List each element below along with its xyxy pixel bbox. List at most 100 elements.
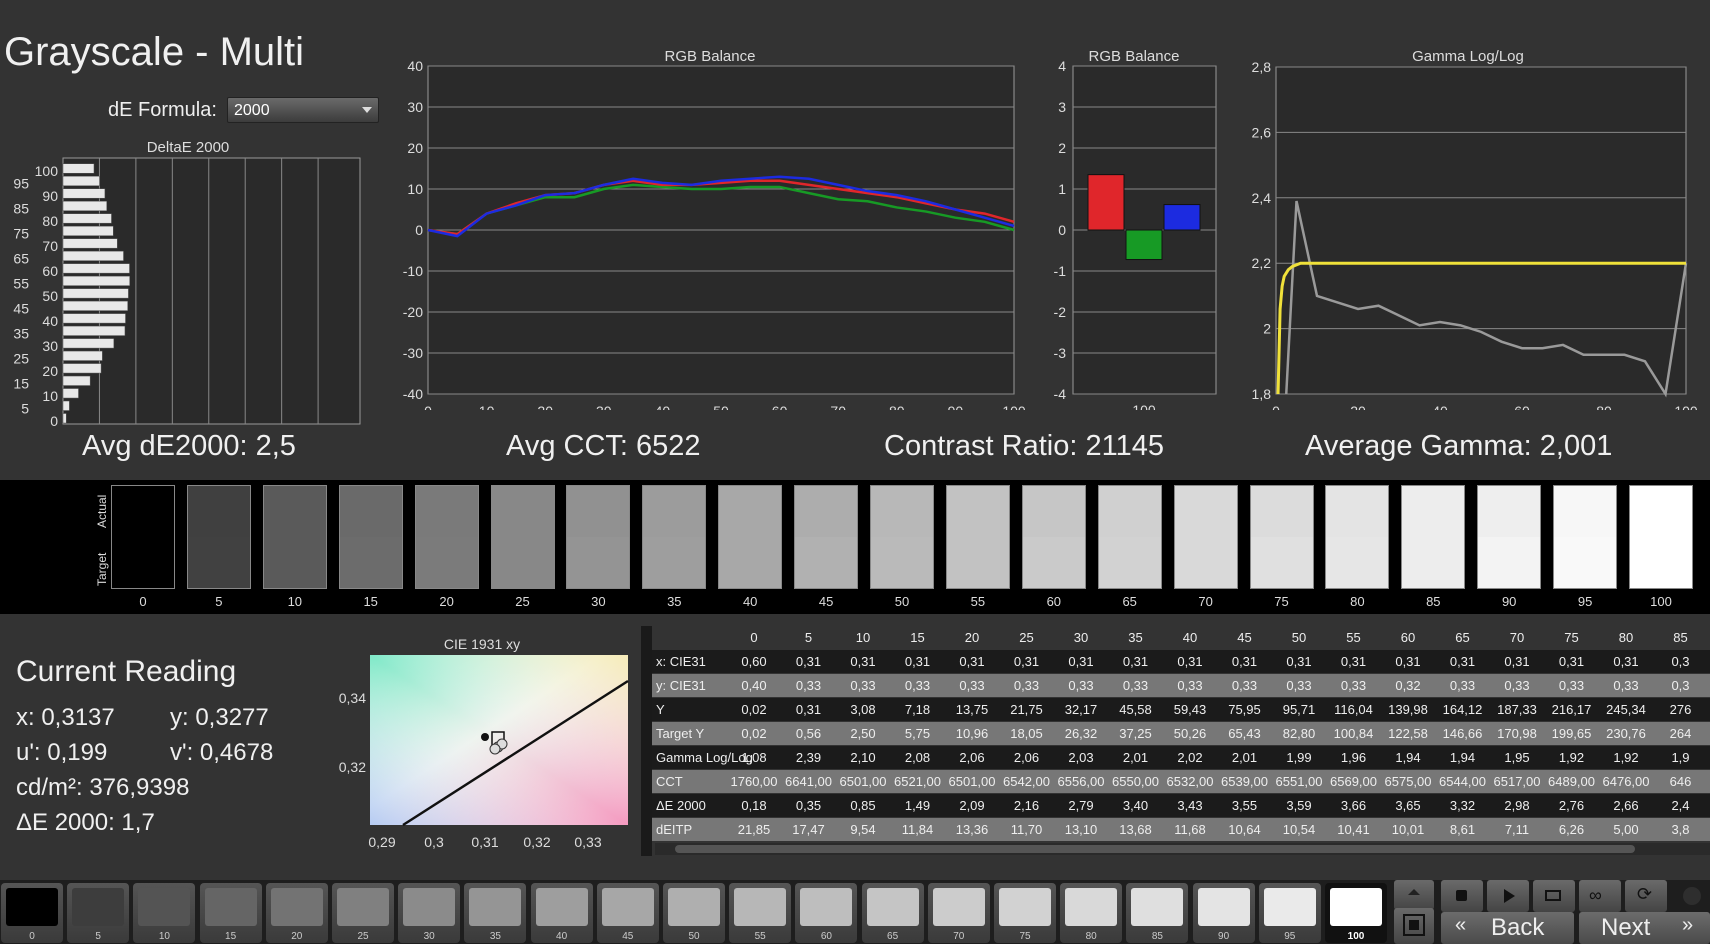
patch-color bbox=[337, 888, 389, 926]
table-cell: 3,8 bbox=[1671, 822, 1690, 837]
up-button[interactable] bbox=[1394, 880, 1434, 910]
grayscale-swatch bbox=[186, 485, 251, 589]
table-cell: 2,98 bbox=[1504, 798, 1530, 813]
rgb-y-tick: 0 bbox=[415, 222, 423, 238]
table-cell: 139,98 bbox=[1388, 702, 1428, 717]
stop-square-button[interactable] bbox=[1394, 908, 1434, 944]
cie-y-tick: 0,32 bbox=[339, 759, 366, 775]
delta-e-bar bbox=[62, 313, 126, 324]
rgb-bar-y-tick: -3 bbox=[1054, 345, 1067, 361]
table-column-header: 15 bbox=[910, 630, 925, 645]
table-cell: 0,33 bbox=[1340, 678, 1367, 693]
table-cell: 0,33 bbox=[1013, 678, 1040, 693]
patch-button-60[interactable]: 60 bbox=[795, 883, 858, 943]
swatch-label: 5 bbox=[215, 594, 223, 609]
table-row-label: y: CIE31 bbox=[656, 678, 706, 693]
gamma-y-tick: 2,4 bbox=[1252, 190, 1272, 206]
patch-button-100[interactable]: 100 bbox=[1325, 883, 1387, 943]
patch-color bbox=[1197, 888, 1250, 926]
table-cell: 50,26 bbox=[1173, 726, 1207, 741]
patch-button-80[interactable]: 80 bbox=[1060, 883, 1123, 943]
patch-button-45[interactable]: 45 bbox=[596, 883, 659, 943]
table-cell: 82,80 bbox=[1282, 726, 1316, 741]
table-cell: 2,50 bbox=[850, 726, 876, 741]
table-cell: 6575,00 bbox=[1384, 774, 1432, 789]
patch-button-70[interactable]: 70 bbox=[927, 883, 990, 943]
back-button[interactable]: « Back bbox=[1441, 912, 1574, 944]
table-cell: 0,33 bbox=[1558, 678, 1585, 693]
table-cell: 0,18 bbox=[741, 798, 767, 813]
rgb-bar-y-tick: 1 bbox=[1058, 181, 1066, 197]
patch-button-65[interactable]: 65 bbox=[861, 883, 924, 943]
table-cell: 0,31 bbox=[1068, 654, 1094, 669]
table-cell: 1,95 bbox=[1504, 750, 1530, 765]
patch-button-40[interactable]: 40 bbox=[530, 883, 593, 943]
table-scrollbar-thumb[interactable] bbox=[675, 845, 1635, 853]
delta-e-y-tick: 0 bbox=[50, 413, 58, 429]
target-label: Target bbox=[95, 552, 109, 586]
stop-button[interactable] bbox=[1441, 880, 1483, 912]
rgb-y-tick: 40 bbox=[407, 58, 423, 74]
table-column-header: 40 bbox=[1182, 630, 1198, 645]
table-cell: 216,17 bbox=[1551, 702, 1592, 717]
grayscale-swatch bbox=[111, 485, 175, 589]
patch-button-55[interactable]: 55 bbox=[729, 883, 792, 943]
table-cell: 0,33 bbox=[904, 678, 931, 693]
table-cell: 0,31 bbox=[1286, 654, 1312, 669]
delta-e-bar bbox=[62, 350, 103, 361]
loop-button[interactable]: ∞ bbox=[1579, 880, 1621, 912]
cie-chart: CIE 1931 xy 0,34 0,32 0,29 0,3 0,31 0,32 0,33 bbox=[339, 636, 629, 850]
table-cell: 0,31 bbox=[1177, 654, 1203, 669]
cie-y-tick: 0,34 bbox=[339, 690, 366, 706]
table-cell: 2,09 bbox=[959, 798, 985, 813]
table-column-header: 85 bbox=[1673, 630, 1688, 645]
table-cell: 13,75 bbox=[955, 702, 989, 717]
swatch-label: 85 bbox=[1426, 594, 1441, 609]
play-button[interactable] bbox=[1487, 880, 1529, 912]
next-button[interactable]: Next » bbox=[1579, 912, 1710, 944]
table-column-header: 80 bbox=[1618, 630, 1634, 645]
rgb-bar-y-tick: -2 bbox=[1054, 304, 1067, 320]
table-row: Gamma Log/Log 1,08 2,39 2,10 2,08 2,06 2,06 2,0… bbox=[652, 746, 1710, 769]
patch-button-5[interactable]: 5 bbox=[67, 883, 130, 943]
formula-select[interactable]: 2000 bbox=[227, 97, 379, 123]
patch-button-85[interactable]: 85 bbox=[1126, 883, 1189, 943]
formula-label: dE Formula: bbox=[108, 99, 217, 121]
swatch-label: 10 bbox=[287, 594, 303, 609]
rgb-bar-y-tick: 3 bbox=[1058, 99, 1066, 115]
patch-button-75[interactable]: 75 bbox=[994, 883, 1056, 943]
delta-e-bar bbox=[62, 250, 124, 261]
patch-button-25[interactable]: 25 bbox=[332, 883, 394, 943]
grayscale-swatch bbox=[718, 485, 783, 589]
table-column-header: 75 bbox=[1564, 630, 1579, 645]
table-row: ΔE 2000 0,18 0,35 0,85 1,49 2,09 2,16 2,79 3,40 3… bbox=[652, 794, 1710, 817]
double-chevron-right-icon: » bbox=[1682, 914, 1694, 936]
next-label: Next bbox=[1601, 914, 1651, 941]
table-cell: 230,76 bbox=[1606, 726, 1646, 741]
table-scrollbar[interactable] bbox=[655, 843, 1710, 855]
contrast-stat: Contrast Ratio: 21145 bbox=[884, 430, 1164, 462]
patch-button-10[interactable]: 10 bbox=[133, 883, 196, 943]
patch-button-90[interactable]: 90 bbox=[1192, 883, 1255, 943]
table-cell: 11,70 bbox=[1010, 822, 1043, 837]
patch-button-0[interactable]: 0 bbox=[1, 883, 63, 943]
blue-bar bbox=[1163, 204, 1201, 231]
gamma-plot-area bbox=[1275, 66, 1687, 395]
swatch-label: 0 bbox=[139, 594, 147, 609]
grayscale-swatch bbox=[794, 485, 859, 589]
step-button[interactable] bbox=[1533, 880, 1575, 912]
refresh-button[interactable]: ⟳ bbox=[1625, 880, 1667, 912]
table-cell: 164,12 bbox=[1442, 702, 1483, 717]
patch-button-50[interactable]: 50 bbox=[663, 883, 725, 943]
patch-button-30[interactable]: 30 bbox=[398, 883, 461, 943]
table-cell: 187,33 bbox=[1497, 702, 1537, 717]
patch-label: 55 bbox=[754, 931, 766, 942]
patch-button-20[interactable]: 20 bbox=[265, 883, 328, 943]
patch-button-15[interactable]: 15 bbox=[199, 883, 262, 943]
patch-button-95[interactable]: 95 bbox=[1258, 883, 1321, 943]
grayscale-swatch bbox=[566, 485, 631, 589]
delta-e-bar bbox=[62, 400, 70, 411]
table-column-header: 20 bbox=[964, 630, 980, 645]
patch-button-35[interactable]: 35 bbox=[464, 883, 527, 943]
table-cell: 3,40 bbox=[1122, 798, 1149, 813]
